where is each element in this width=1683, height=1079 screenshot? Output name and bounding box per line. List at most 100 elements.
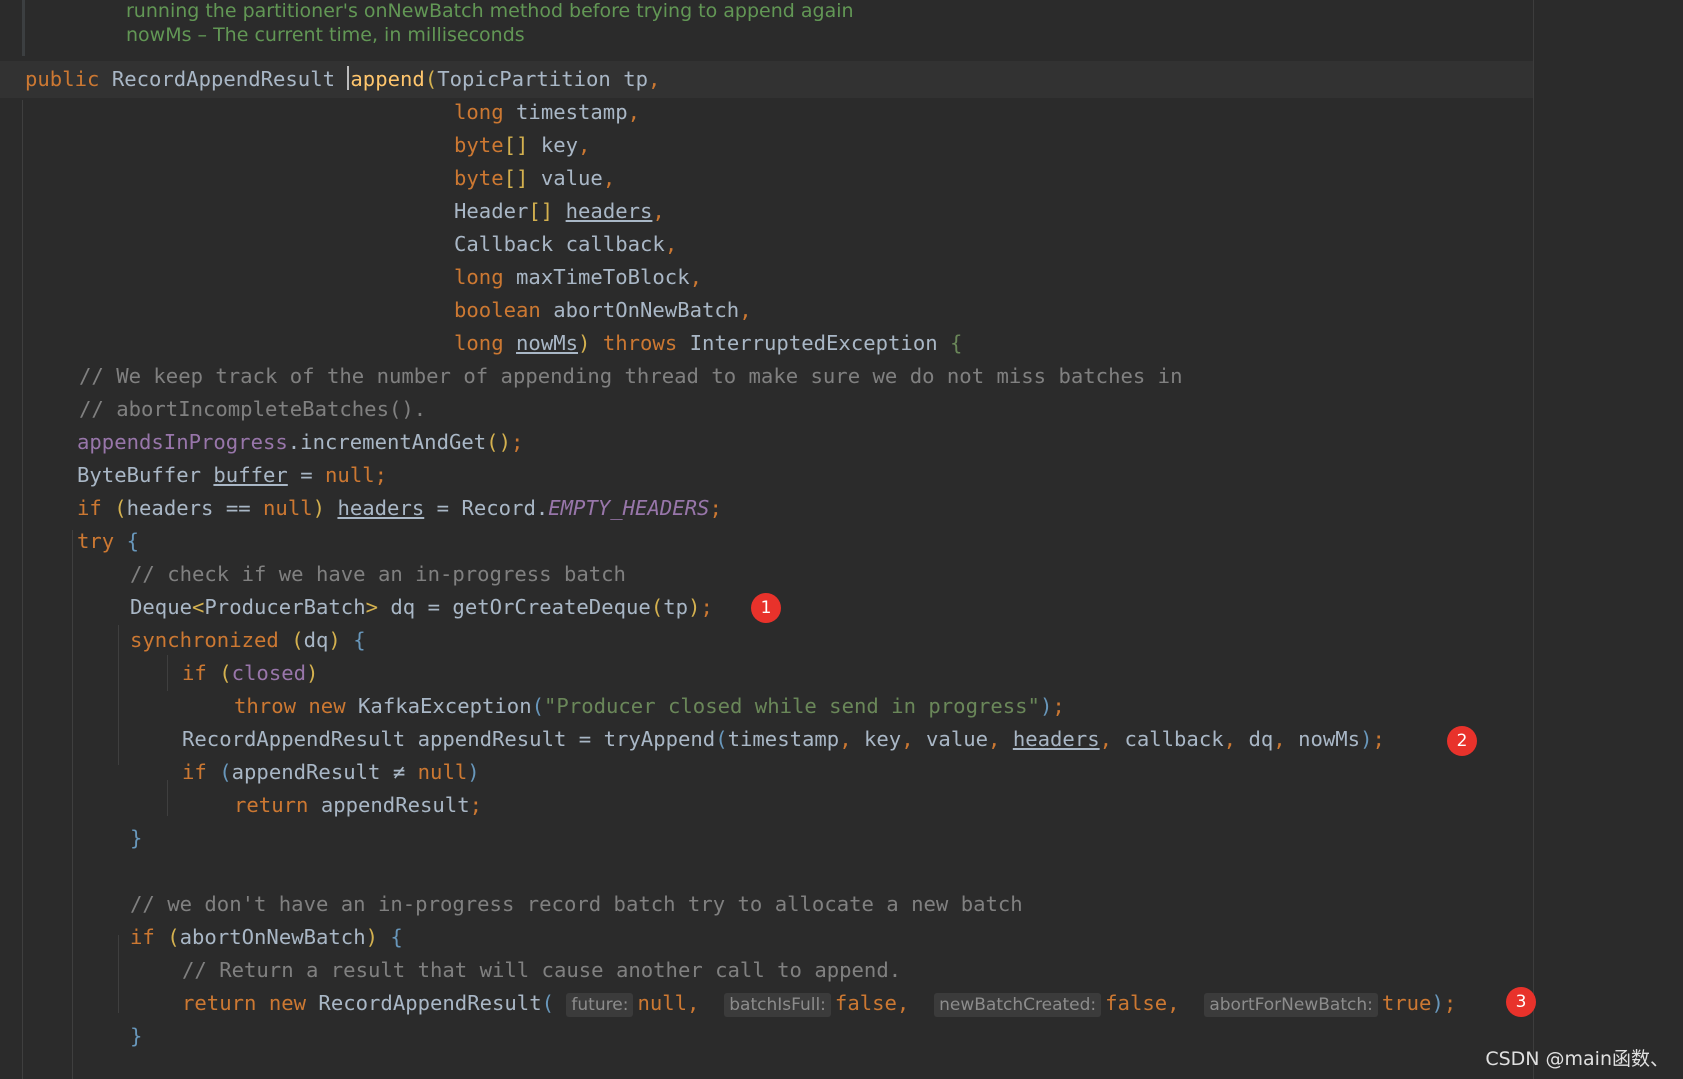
code-line[interactable]: appendsInProgress.incrementAndGet(); <box>77 426 523 459</box>
type: RecordAppendResult <box>318 991 542 1015</box>
keyword: try <box>77 529 115 553</box>
code-line[interactable]: if (closed) <box>182 657 318 690</box>
field: appendsInProgress <box>77 430 288 454</box>
type: Deque <box>130 595 192 619</box>
inlay-hint: future: <box>566 993 634 1017</box>
code-editor[interactable]: running the partitioner's onNewBatch met… <box>0 0 1683 1079</box>
keyword: throw <box>234 694 296 718</box>
type: Record. <box>461 496 549 520</box>
code-line[interactable]: ByteBuffer buffer = null; <box>77 459 387 492</box>
code-line[interactable]: synchronized (dq) { <box>130 624 366 657</box>
argument: nowMs <box>1298 727 1361 751</box>
code-line[interactable]: long maxTimeToBlock, <box>454 261 702 294</box>
step-badge-2: 2 <box>1447 726 1477 756</box>
variable: appendResult <box>320 793 470 817</box>
keyword: long <box>454 331 504 355</box>
javadoc-line-2: nowMs – The current time, in millisecond… <box>126 24 525 46</box>
operator: ≠ <box>392 760 406 784</box>
comment-line[interactable]: // Return a result that will cause anoth… <box>182 954 901 987</box>
variable: appendResult <box>417 727 567 751</box>
type: TopicPartition <box>437 67 611 91</box>
keyword: null <box>263 496 313 520</box>
variable: abortOnNewBatch <box>179 925 366 949</box>
code-line[interactable]: } <box>130 1020 142 1053</box>
keyword: return <box>234 793 309 817</box>
javadoc-bar <box>22 0 25 56</box>
string-literal: "Producer closed while send in progress" <box>544 694 1040 718</box>
argument: false <box>834 991 897 1015</box>
code-line[interactable]: byte[] value, <box>454 162 615 195</box>
watermark: CSDN @main函数、 <box>1485 1048 1669 1070</box>
indent-guide <box>72 530 73 1079</box>
code-line[interactable]: } <box>130 822 142 855</box>
keyword: new <box>308 694 346 718</box>
param: value <box>540 166 603 190</box>
code-line[interactable]: boolean abortOnNewBatch, <box>454 294 752 327</box>
comment-line[interactable]: // We keep track of the number of append… <box>79 360 1182 393</box>
param: tp <box>623 67 649 91</box>
argument: null <box>637 991 688 1015</box>
keyword: byte <box>454 133 504 157</box>
code-line[interactable]: throw new KafkaException("Producer close… <box>234 690 1065 723</box>
keyword: null <box>417 760 468 784</box>
param: key <box>540 133 579 157</box>
method-call: .incrementAndGet <box>287 430 487 454</box>
step-badge-3: 3 <box>1506 987 1536 1017</box>
type: InterruptedException <box>689 331 938 355</box>
step-badge-1: 1 <box>751 593 781 623</box>
code-line[interactable]: if (abortOnNewBatch) { <box>130 921 403 954</box>
code-line[interactable]: long nowMs) throws InterruptedException … <box>454 327 962 360</box>
keyword: long <box>454 100 504 124</box>
comment-line[interactable]: // check if we have an in-progress batch <box>130 558 626 591</box>
code-line[interactable]: Deque<ProducerBatch> dq = getOrCreateDeq… <box>130 591 713 624</box>
comment-line[interactable]: // we don't have an in-progress record b… <box>130 888 1023 921</box>
argument: false <box>1105 991 1168 1015</box>
method-name: append <box>350 67 425 91</box>
code-line[interactable]: RecordAppendResult appendResult = tryApp… <box>182 723 1385 756</box>
type: ProducerBatch <box>204 595 366 619</box>
argument: timestamp <box>727 727 840 751</box>
code-line[interactable]: return appendResult; <box>234 789 482 822</box>
code-line[interactable]: Callback callback, <box>454 228 677 261</box>
code-line[interactable]: public RecordAppendResult append(TopicPa… <box>25 63 660 96</box>
argument: tp <box>663 595 689 619</box>
keyword: null <box>325 463 375 487</box>
variable: dq <box>303 628 329 652</box>
keyword: long <box>454 265 504 289</box>
param: abortOnNewBatch <box>553 298 740 322</box>
indent-guide <box>167 780 168 816</box>
type: RecordAppendResult <box>182 727 406 751</box>
code-line[interactable]: long timestamp, <box>454 96 640 129</box>
inlay-hint: batchIsFull: <box>724 993 831 1017</box>
code-line[interactable]: try { <box>77 525 139 558</box>
type: Callback <box>454 232 554 256</box>
keyword: if <box>182 661 207 685</box>
keyword: if <box>182 760 207 784</box>
param: maxTimeToBlock <box>516 265 690 289</box>
code-line[interactable]: byte[] key, <box>454 129 590 162</box>
argument: callback <box>1124 727 1224 751</box>
keyword: new <box>268 991 307 1015</box>
indent-guide <box>167 655 168 691</box>
code-line[interactable]: return new RecordAppendResult( future: nu… <box>182 987 1456 1020</box>
type: Header <box>454 199 529 223</box>
keyword: if <box>77 496 102 520</box>
indent-guide <box>22 100 23 1079</box>
variable: headers <box>126 496 214 520</box>
indent-guide <box>118 935 119 1013</box>
method-call: tryAppend <box>603 727 716 751</box>
type: ByteBuffer <box>77 463 201 487</box>
inlay-hint: abortForNewBatch: <box>1204 993 1378 1017</box>
keyword: byte <box>454 166 504 190</box>
comment-line[interactable]: // abortIncompleteBatches(). <box>79 393 426 426</box>
code-line[interactable]: if (headers == null) headers = Record.EM… <box>77 492 722 525</box>
code-line[interactable]: Header[] headers, <box>454 195 665 228</box>
type: RecordAppendResult <box>111 67 335 91</box>
indent-guide <box>118 625 119 765</box>
javadoc-line-1: running the partitioner's onNewBatch met… <box>126 0 854 22</box>
param: nowMs <box>516 331 579 355</box>
code-line[interactable]: if (appendResult ≠ null) <box>182 756 480 789</box>
argument: headers <box>1012 727 1100 751</box>
inlay-hint: newBatchCreated: <box>934 993 1102 1017</box>
argument: key <box>864 727 902 751</box>
